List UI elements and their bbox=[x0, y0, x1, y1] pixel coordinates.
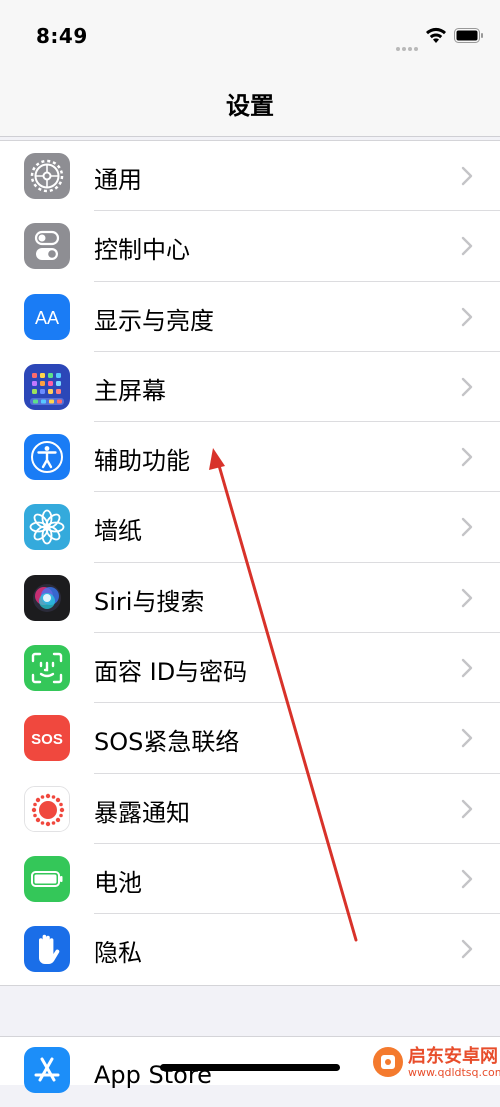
chevron-right-icon bbox=[461, 729, 473, 748]
chevron-right-icon bbox=[461, 869, 473, 889]
settings-row-label: 墙纸 bbox=[94, 517, 142, 546]
status-bar: 8:49 bbox=[0, 0, 500, 70]
settings-row-general[interactable]: 通用 bbox=[0, 141, 500, 212]
settings-row-emergency-sos[interactable]: SOS SOS紧急联络 bbox=[0, 703, 500, 774]
chevron-right-icon bbox=[461, 166, 473, 186]
watermark-url: www.qdldtsq.com bbox=[408, 1066, 500, 1079]
chevron-right-icon bbox=[461, 940, 473, 959]
page-title: 设置 bbox=[226, 92, 274, 120]
settings-list: 通用 控制中心 AA 显示与亮度 主屏幕 辅助功能 墙纸 Siri与搜索 面容 … bbox=[0, 140, 500, 986]
toggles-icon bbox=[24, 223, 70, 270]
navigation-bar: 设置 bbox=[0, 70, 500, 137]
settings-row-label: 辅助功能 bbox=[94, 447, 190, 476]
settings-row-label: 电池 bbox=[94, 868, 142, 897]
text-size-icon: AA bbox=[24, 293, 70, 340]
settings-row-label: 暴露通知 bbox=[94, 798, 190, 827]
settings-row-wallpaper[interactable]: 墙纸 bbox=[0, 492, 500, 563]
chevron-right-icon bbox=[461, 377, 473, 397]
settings-row-label: 隐私 bbox=[94, 939, 142, 968]
settings-row-privacy[interactable]: 隐私 bbox=[0, 914, 500, 984]
chevron-right-icon bbox=[461, 237, 473, 256]
wifi-icon bbox=[426, 27, 446, 43]
flower-icon bbox=[24, 504, 70, 551]
watermark: 启东安卓网 www.qdldtsq.com bbox=[366, 1040, 500, 1084]
exposure-icon bbox=[24, 785, 70, 832]
settings-row-label: 通用 bbox=[94, 166, 142, 194]
battery-icon bbox=[24, 855, 70, 902]
settings-row-battery[interactable]: 电池 bbox=[0, 844, 500, 915]
battery-status-icon bbox=[454, 28, 483, 43]
settings-row-control-center[interactable]: 控制中心 bbox=[0, 211, 500, 282]
gear-icon bbox=[24, 153, 70, 199]
settings-row-accessibility[interactable]: 辅助功能 bbox=[0, 422, 500, 493]
accessibility-icon bbox=[24, 434, 70, 481]
siri-icon bbox=[24, 574, 70, 621]
status-time: 8:49 bbox=[36, 24, 88, 48]
settings-row-face-id[interactable]: 面容 ID与密码 bbox=[0, 633, 500, 704]
watermark-name: 启东安卓网 bbox=[408, 1046, 498, 1067]
chevron-right-icon bbox=[461, 307, 473, 326]
settings-row-label: Siri与搜索 bbox=[94, 587, 205, 616]
home-grid-icon bbox=[24, 363, 70, 410]
settings-row-home-screen[interactable]: 主屏幕 bbox=[0, 352, 500, 423]
chevron-right-icon bbox=[461, 588, 473, 607]
chevron-right-icon bbox=[461, 518, 473, 537]
svg-text:AA: AA bbox=[35, 308, 59, 328]
cellular-signal-icon bbox=[396, 36, 420, 51]
chevron-right-icon bbox=[461, 658, 473, 678]
chevron-right-icon bbox=[461, 799, 473, 818]
hand-icon bbox=[24, 926, 70, 973]
app-store-icon bbox=[24, 1047, 70, 1093]
home-indicator[interactable] bbox=[160, 1064, 340, 1071]
watermark-logo-icon bbox=[373, 1047, 403, 1077]
settings-row-label: 控制中心 bbox=[94, 236, 190, 265]
face-id-icon bbox=[24, 645, 70, 692]
svg-text:SOS: SOS bbox=[31, 731, 63, 748]
settings-row-label: 显示与亮度 bbox=[94, 306, 214, 335]
sos-icon: SOS bbox=[24, 715, 70, 762]
settings-row-label: 面容 ID与密码 bbox=[94, 658, 248, 687]
settings-row-siri[interactable]: Siri与搜索 bbox=[0, 563, 500, 634]
settings-row-display[interactable]: AA 显示与亮度 bbox=[0, 282, 500, 352]
settings-row-label: SOS紧急联络 bbox=[94, 728, 240, 757]
chevron-right-icon bbox=[461, 447, 473, 467]
settings-row-label: 主屏幕 bbox=[94, 376, 166, 405]
settings-row-exposure-notifications[interactable]: 暴露通知 bbox=[0, 774, 500, 844]
